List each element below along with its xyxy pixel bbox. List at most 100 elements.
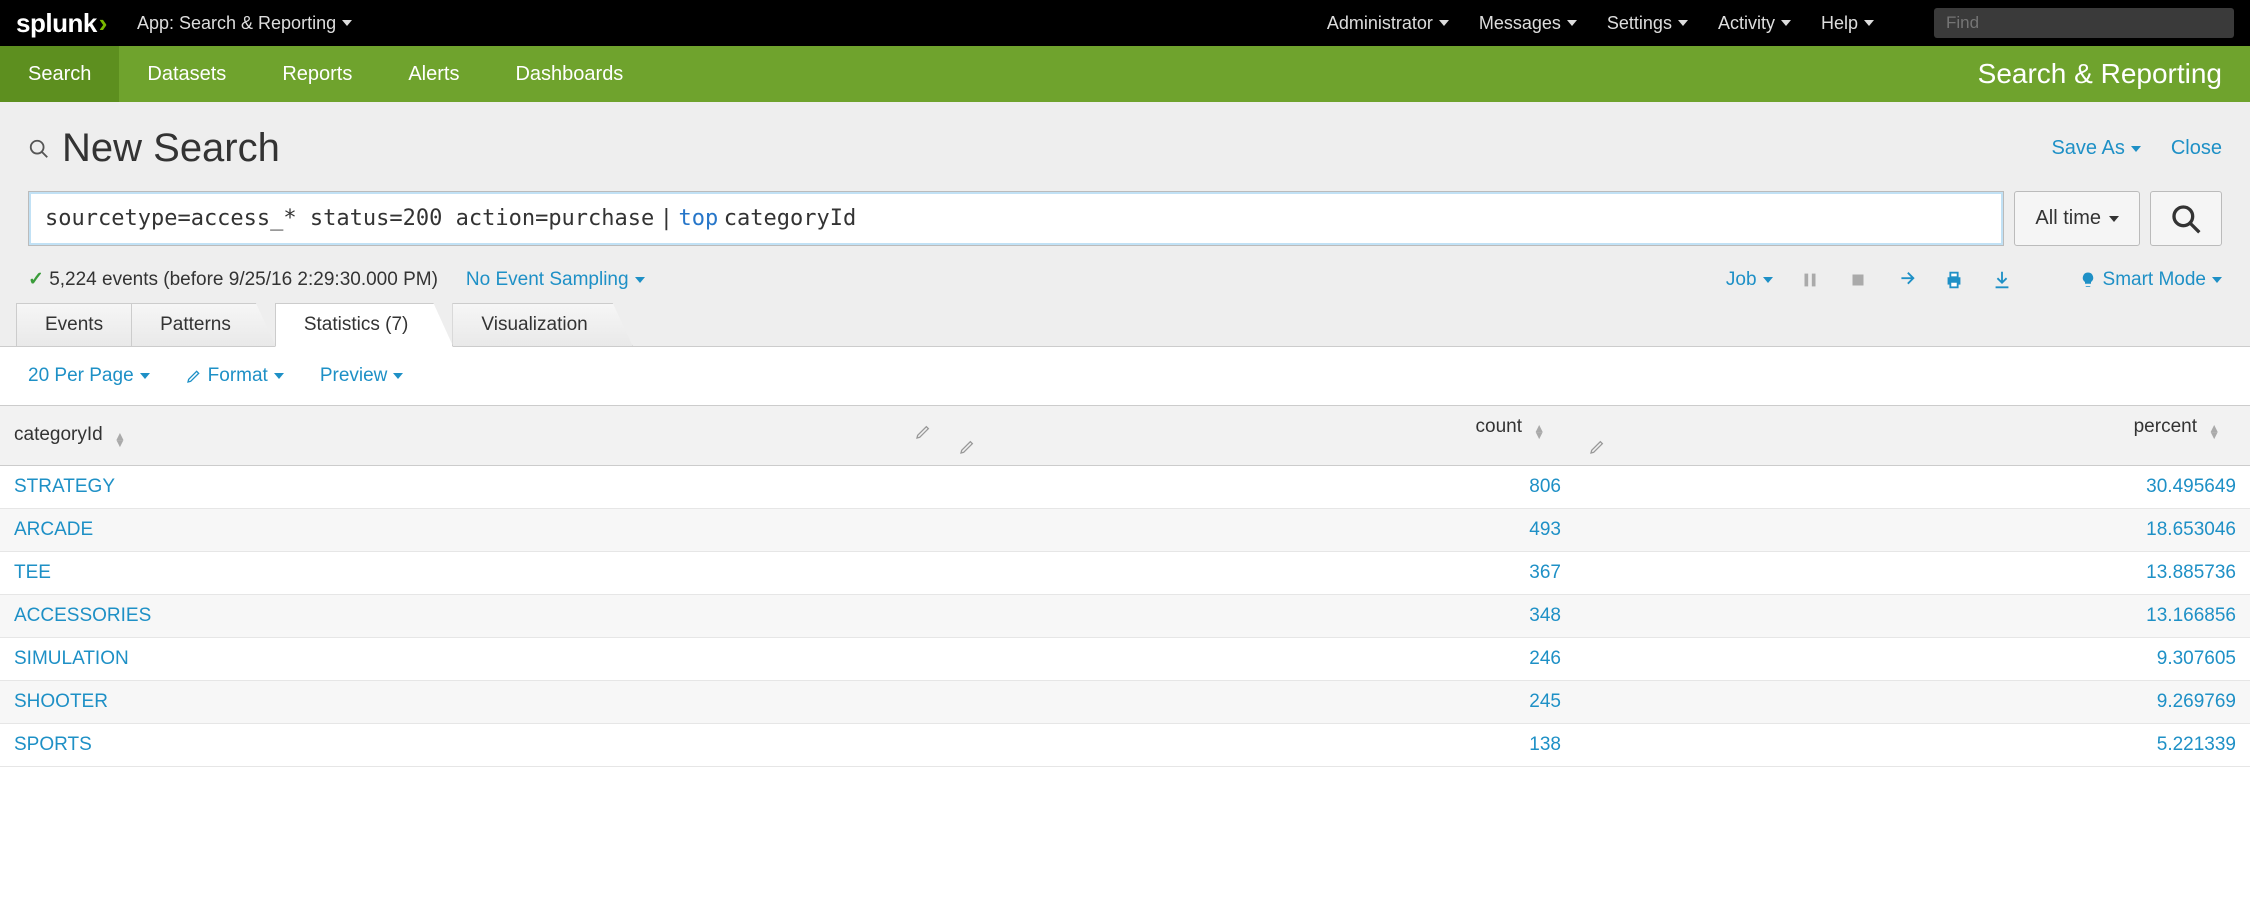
- chevron-down-icon: [1678, 20, 1688, 26]
- paintbrush-icon: [186, 368, 202, 384]
- menu-help[interactable]: Help: [1821, 13, 1874, 34]
- cell-categoryId[interactable]: SHOOTER: [0, 681, 945, 724]
- table-row[interactable]: SPORTS1385.221339: [0, 724, 2250, 767]
- per-page-dropdown[interactable]: 20 Per Page: [28, 365, 150, 387]
- export-button[interactable]: [1991, 269, 2013, 291]
- edit-column-icon[interactable]: [1589, 439, 2236, 455]
- table-toolbar: 20 Per Page Format Preview: [0, 347, 2250, 405]
- event-sampling-dropdown[interactable]: No Event Sampling: [466, 269, 645, 291]
- search-row: sourcetype=access_* status=200 action=pu…: [0, 191, 2250, 258]
- pencil-icon: [1589, 439, 1605, 455]
- table-row[interactable]: SIMULATION2469.307605: [0, 638, 2250, 681]
- table-row[interactable]: SHOOTER2459.269769: [0, 681, 2250, 724]
- edit-column-icon[interactable]: [915, 424, 931, 440]
- close-button[interactable]: Close: [2171, 137, 2222, 160]
- menu-settings[interactable]: Settings: [1607, 13, 1688, 34]
- cell-percent[interactable]: 5.221339: [1575, 724, 2250, 767]
- search-mode-dropdown[interactable]: Smart Mode: [2079, 269, 2222, 291]
- menu-activity[interactable]: Activity: [1718, 13, 1791, 34]
- chevron-down-icon: [2131, 146, 2141, 152]
- cell-percent[interactable]: 30.495649: [1575, 466, 2250, 509]
- events-count-text: 5,224 events (before 9/25/16 2:29:30.000…: [49, 269, 438, 290]
- cell-percent[interactable]: 9.307605: [1575, 638, 2250, 681]
- col-percent[interactable]: percent ▲▼: [1575, 406, 2250, 466]
- menu-administrator[interactable]: Administrator: [1327, 13, 1449, 34]
- cell-count[interactable]: 493: [945, 509, 1575, 552]
- job-dropdown[interactable]: Job: [1726, 269, 1773, 291]
- table-row[interactable]: STRATEGY80630.495649: [0, 466, 2250, 509]
- pause-icon: [1799, 269, 1821, 291]
- cell-percent[interactable]: 9.269769: [1575, 681, 2250, 724]
- tab-statistics[interactable]: Statistics (7): [275, 303, 454, 347]
- chevron-down-icon: [140, 373, 150, 379]
- splunk-logo[interactable]: splunk›: [16, 8, 107, 39]
- cell-categoryId[interactable]: ARCADE: [0, 509, 945, 552]
- sort-icon: ▲▼: [2208, 425, 2220, 439]
- page-content: New Search Save As Close sourcetype=acce…: [0, 102, 2250, 767]
- chevron-down-icon: [2212, 277, 2222, 283]
- cell-count[interactable]: 246: [945, 638, 1575, 681]
- nav-dashboards[interactable]: Dashboards: [487, 46, 651, 102]
- app-picker-label: App: Search & Reporting: [137, 13, 336, 34]
- nav-datasets[interactable]: Datasets: [119, 46, 254, 102]
- status-row: ✓ 5,224 events (before 9/25/16 2:29:30.0…: [0, 258, 2250, 303]
- download-icon: [1991, 269, 2013, 291]
- table-row[interactable]: ACCESSORIES34813.166856: [0, 595, 2250, 638]
- nav-alerts[interactable]: Alerts: [380, 46, 487, 102]
- cell-categoryId[interactable]: SIMULATION: [0, 638, 945, 681]
- cell-count[interactable]: 806: [945, 466, 1575, 509]
- global-find-input[interactable]: [1934, 8, 2234, 38]
- chevron-down-icon: [1763, 277, 1773, 283]
- close-label: Close: [2171, 137, 2222, 160]
- col-categoryId[interactable]: categoryId ▲▼: [0, 406, 945, 466]
- menu-label: Help: [1821, 13, 1858, 34]
- pencil-icon: [915, 424, 931, 440]
- query-pipe: |: [660, 206, 673, 231]
- app-picker-dropdown[interactable]: App: Search & Reporting: [137, 13, 352, 34]
- stop-button[interactable]: [1847, 269, 1869, 291]
- cell-categoryId[interactable]: TEE: [0, 552, 945, 595]
- time-range-picker[interactable]: All time: [2014, 191, 2140, 246]
- tab-events[interactable]: Events: [16, 303, 132, 346]
- nav-reports[interactable]: Reports: [254, 46, 380, 102]
- pause-button[interactable]: [1799, 269, 1821, 291]
- cell-percent[interactable]: 18.653046: [1575, 509, 2250, 552]
- menu-messages[interactable]: Messages: [1479, 13, 1577, 34]
- cell-count[interactable]: 367: [945, 552, 1575, 595]
- menu-label: Activity: [1718, 13, 1775, 34]
- cell-categoryId[interactable]: SPORTS: [0, 724, 945, 767]
- table-row[interactable]: ARCADE49318.653046: [0, 509, 2250, 552]
- sampling-label: No Event Sampling: [466, 269, 629, 291]
- run-search-button[interactable]: [2150, 191, 2222, 246]
- tab-visualization[interactable]: Visualization: [452, 303, 632, 346]
- col-count[interactable]: count ▲▼: [945, 406, 1575, 466]
- cell-count[interactable]: 245: [945, 681, 1575, 724]
- share-button[interactable]: [1895, 269, 1917, 291]
- cell-percent[interactable]: 13.166856: [1575, 595, 2250, 638]
- col-label: count: [1476, 416, 1522, 437]
- format-dropdown[interactable]: Format: [186, 365, 284, 387]
- search-input[interactable]: sourcetype=access_* status=200 action=pu…: [28, 191, 2004, 246]
- cell-percent[interactable]: 13.885736: [1575, 552, 2250, 595]
- cell-count[interactable]: 348: [945, 595, 1575, 638]
- lightbulb-icon: [2079, 271, 2097, 289]
- table-row[interactable]: TEE36713.885736: [0, 552, 2250, 595]
- chevron-down-icon: [393, 373, 403, 379]
- tab-label: Patterns: [160, 314, 231, 335]
- chevron-down-icon: [342, 20, 352, 26]
- print-button[interactable]: [1943, 269, 1965, 291]
- save-as-dropdown[interactable]: Save As: [2051, 137, 2140, 160]
- edit-column-icon[interactable]: [959, 439, 1561, 455]
- check-icon: ✓: [28, 269, 44, 290]
- tab-label: Events: [45, 314, 103, 335]
- cell-count[interactable]: 138: [945, 724, 1575, 767]
- save-as-label: Save As: [2051, 137, 2124, 160]
- nav-search[interactable]: Search: [0, 46, 119, 102]
- cell-categoryId[interactable]: ACCESSORIES: [0, 595, 945, 638]
- preview-dropdown[interactable]: Preview: [320, 365, 404, 387]
- cell-categoryId[interactable]: STRATEGY: [0, 466, 945, 509]
- job-label: Job: [1726, 269, 1757, 291]
- tab-patterns[interactable]: Patterns: [131, 303, 276, 346]
- chevron-down-icon: [2109, 216, 2119, 222]
- pencil-icon: [959, 439, 975, 455]
